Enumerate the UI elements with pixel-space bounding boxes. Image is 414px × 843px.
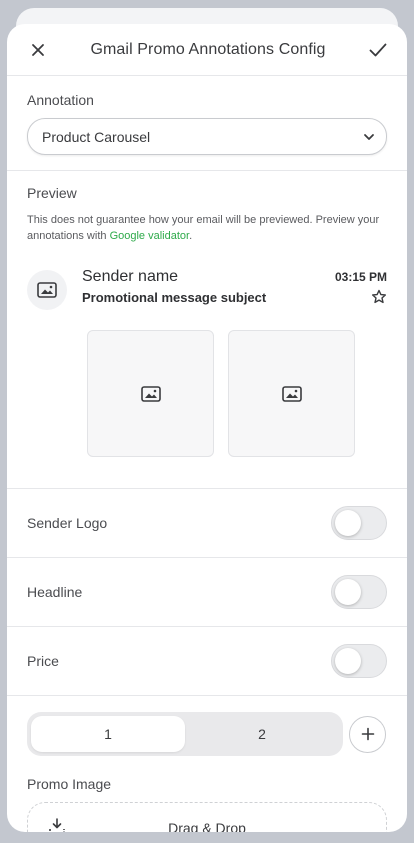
tab-item-1[interactable]: 1 xyxy=(31,716,185,752)
google-validator-link[interactable]: Google validator xyxy=(110,230,190,242)
product-carousel xyxy=(87,330,387,457)
close-button[interactable] xyxy=(27,39,49,61)
toggle-knob xyxy=(335,648,361,674)
item-tabs: 1 2 xyxy=(27,712,343,756)
toggle-row-price: Price xyxy=(7,627,407,696)
chevron-down-icon xyxy=(364,133,374,140)
preview-section: Preview This does not guarantee how your… xyxy=(7,171,407,489)
price-toggle[interactable] xyxy=(331,644,387,678)
add-item-button[interactable] xyxy=(349,715,386,753)
annotation-label: Annotation xyxy=(27,92,94,108)
image-placeholder-icon xyxy=(140,385,161,402)
carousel-card xyxy=(87,330,214,457)
email-time: 03:15 PM xyxy=(334,270,387,284)
sender-name: Sender name xyxy=(82,268,179,285)
sender-logo-label: Sender Logo xyxy=(27,515,108,531)
toggle-knob xyxy=(335,579,361,605)
confirm-button[interactable] xyxy=(367,39,389,61)
close-icon xyxy=(32,43,44,56)
sender-avatar xyxy=(27,270,67,310)
image-placeholder-icon xyxy=(37,282,57,298)
panel-title: Gmail Promo Annotations Config xyxy=(90,40,326,58)
promo-image-label: Promo Image xyxy=(27,776,112,792)
email-preview: Sender name 03:15 PM Promotional message… xyxy=(27,268,387,310)
toggle-row-sender-logo: Sender Logo xyxy=(7,489,407,558)
headline-toggle[interactable] xyxy=(331,575,387,609)
preview-note: This does not guarantee how your email w… xyxy=(27,214,380,242)
check-icon xyxy=(369,43,387,56)
config-panel: Gmail Promo Annotations Config Annotatio… xyxy=(7,24,407,832)
price-label: Price xyxy=(27,653,59,669)
email-body: Sender name 03:15 PM Promotional message… xyxy=(82,268,387,310)
panel-header: Gmail Promo Annotations Config xyxy=(7,24,407,76)
toggle-knob xyxy=(335,510,361,536)
carousel-items-area: 1 2 Promo Image Drag & Drop xyxy=(7,696,407,832)
image-placeholder-icon xyxy=(281,385,302,402)
toggle-row-headline: Headline xyxy=(7,558,407,627)
dropzone-text: Drag & Drop xyxy=(168,820,246,832)
annotation-selected-value: Product Carousel xyxy=(42,128,151,145)
annotation-section: Annotation Product Carousel xyxy=(7,76,407,171)
headline-label: Headline xyxy=(27,584,83,600)
preview-label: Preview xyxy=(27,185,77,201)
sender-logo-toggle[interactable] xyxy=(331,506,387,540)
plus-icon xyxy=(361,727,374,741)
promo-image-dropzone[interactable]: Drag & Drop xyxy=(27,802,387,832)
email-subject: Promotional message subject xyxy=(82,289,267,305)
tab-item-2[interactable]: 2 xyxy=(185,716,339,752)
carousel-card xyxy=(228,330,355,457)
annotation-select[interactable]: Product Carousel xyxy=(27,118,387,155)
star-icon[interactable] xyxy=(371,289,387,305)
